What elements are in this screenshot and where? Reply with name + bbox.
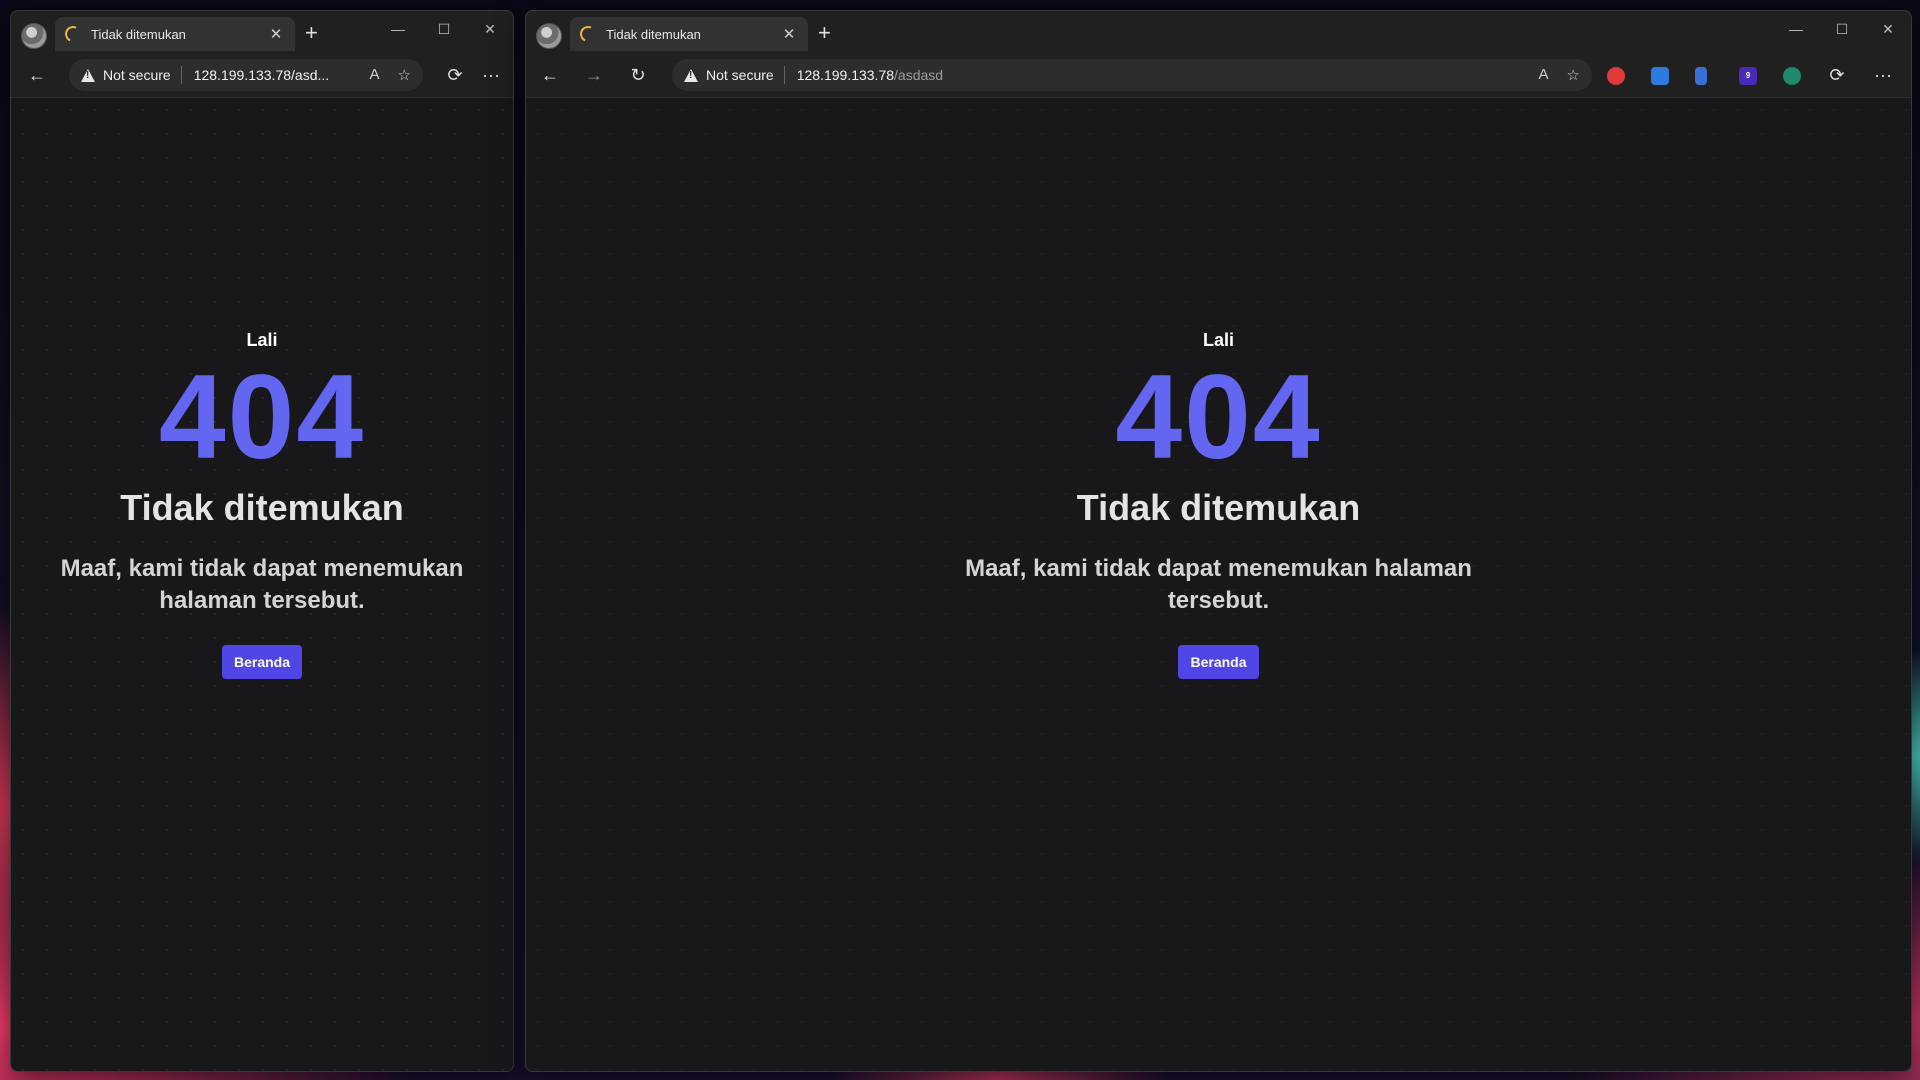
more-menu-icon[interactable]: ··· xyxy=(1869,61,1897,89)
error-message: Maaf, kami tidak dapat menemukan halaman… xyxy=(965,555,1472,614)
home-button[interactable]: Beranda xyxy=(221,645,303,679)
tab-close-icon[interactable]: ✕ xyxy=(267,25,285,43)
browser-window-left: Tidak ditemukan ✕ + — ☐ ✕ ← Not secure 1… xyxy=(10,10,514,1072)
extensions-icon[interactable]: ⟳ xyxy=(1823,61,1851,89)
security-label[interactable]: Not secure xyxy=(103,67,171,83)
minimize-button[interactable]: — xyxy=(1773,21,1819,38)
extensions-icon[interactable]: ⟳ xyxy=(441,61,469,89)
url-text[interactable]: 128.199.133.78/asd... xyxy=(194,67,329,83)
tab-title: Tidak ditemukan xyxy=(91,26,186,42)
url-host: 128.199.133.78 xyxy=(796,67,895,83)
page-content: Lali 404 Tidak ditemukan Maaf, kami tida… xyxy=(11,97,513,1071)
page-title: Tidak ditemukan xyxy=(120,487,404,528)
title-bar: Tidak ditemukan ✕ + — ☐ ✕ xyxy=(526,11,1911,55)
page-title: Tidak ditemukan xyxy=(1076,487,1361,528)
forward-button[interactable]: → xyxy=(580,61,608,89)
error-code: 404 xyxy=(1115,350,1322,484)
refresh-button[interactable]: ↻ xyxy=(624,61,652,89)
title-bar: Tidak ditemukan ✕ + — ☐ ✕ xyxy=(11,11,513,55)
warning-icon xyxy=(81,68,95,82)
error-message: Maaf, kami tidak dapat menemukan halaman… xyxy=(60,555,464,614)
read-aloud-icon[interactable]: A xyxy=(1539,66,1549,84)
window-controls: — ☐ ✕ xyxy=(375,21,513,38)
page-content: Lali 404 Tidak ditemukan Maaf, kami tida… xyxy=(526,97,1911,1071)
new-tab-button[interactable]: + xyxy=(305,22,318,44)
close-window-button[interactable]: ✕ xyxy=(467,21,513,38)
extension-glasses-icon[interactable] xyxy=(1607,67,1625,85)
tab-close-icon[interactable]: ✕ xyxy=(780,25,798,43)
maximize-button[interactable]: ☐ xyxy=(1819,21,1865,38)
favorite-star-icon[interactable]: ☆ xyxy=(398,66,411,84)
extension-blue-icon[interactable] xyxy=(1651,67,1669,85)
more-menu-icon[interactable]: ··· xyxy=(477,61,505,89)
divider xyxy=(180,66,182,84)
browser-window-right: Tidak ditemukan ✕ + — ☐ ✕ ← → ↻ Not secu… xyxy=(525,10,1912,1072)
home-button[interactable]: Beranda xyxy=(1178,645,1259,679)
security-label[interactable]: Not secure xyxy=(706,67,774,83)
error-code: 404 xyxy=(158,350,366,484)
extension-badge-count: 9 xyxy=(1745,71,1751,80)
back-button[interactable]: ← xyxy=(23,61,51,89)
site-favicon-icon xyxy=(577,23,599,45)
extension-purple-icon[interactable]: 9 xyxy=(1739,67,1757,85)
window-controls: — ☐ ✕ xyxy=(1773,21,1911,38)
extension-document-icon[interactable] xyxy=(1695,67,1707,85)
tab-active[interactable]: Tidak ditemukan ✕ xyxy=(570,17,808,51)
brand-name: Lali xyxy=(1202,330,1234,350)
tab-active[interactable]: Tidak ditemukan ✕ xyxy=(55,17,295,51)
extension-green-icon[interactable] xyxy=(1783,67,1801,85)
read-aloud-icon[interactable]: A xyxy=(370,66,380,84)
new-tab-button[interactable]: + xyxy=(818,22,831,44)
close-window-button[interactable]: ✕ xyxy=(1865,21,1911,38)
url-text[interactable]: 128.199.133.78/asdasd xyxy=(797,67,943,83)
browser-toolbar: ← → ↻ Not secure 128.199.133.78/asdasd A… xyxy=(526,55,1911,95)
favorite-star-icon[interactable]: ☆ xyxy=(1567,66,1580,84)
warning-icon xyxy=(684,68,698,82)
site-favicon-icon xyxy=(62,23,84,45)
maximize-button[interactable]: ☐ xyxy=(421,21,467,38)
minimize-button[interactable]: — xyxy=(375,21,421,38)
browser-toolbar: ← Not secure 128.199.133.78/asd... A ☆ ⟳… xyxy=(11,55,513,95)
back-button[interactable]: ← xyxy=(536,61,564,89)
address-bar[interactable]: Not secure 128.199.133.78/asd... A ☆ xyxy=(69,59,423,91)
tab-title: Tidak ditemukan xyxy=(606,26,701,42)
profile-avatar-icon[interactable] xyxy=(21,23,47,49)
url-path: /asdasd xyxy=(894,67,944,83)
brand-name: Lali xyxy=(246,330,278,350)
divider xyxy=(783,66,785,84)
profile-avatar-icon[interactable] xyxy=(536,23,562,49)
address-bar[interactable]: Not secure 128.199.133.78/asdasd A ☆ xyxy=(672,59,1592,91)
